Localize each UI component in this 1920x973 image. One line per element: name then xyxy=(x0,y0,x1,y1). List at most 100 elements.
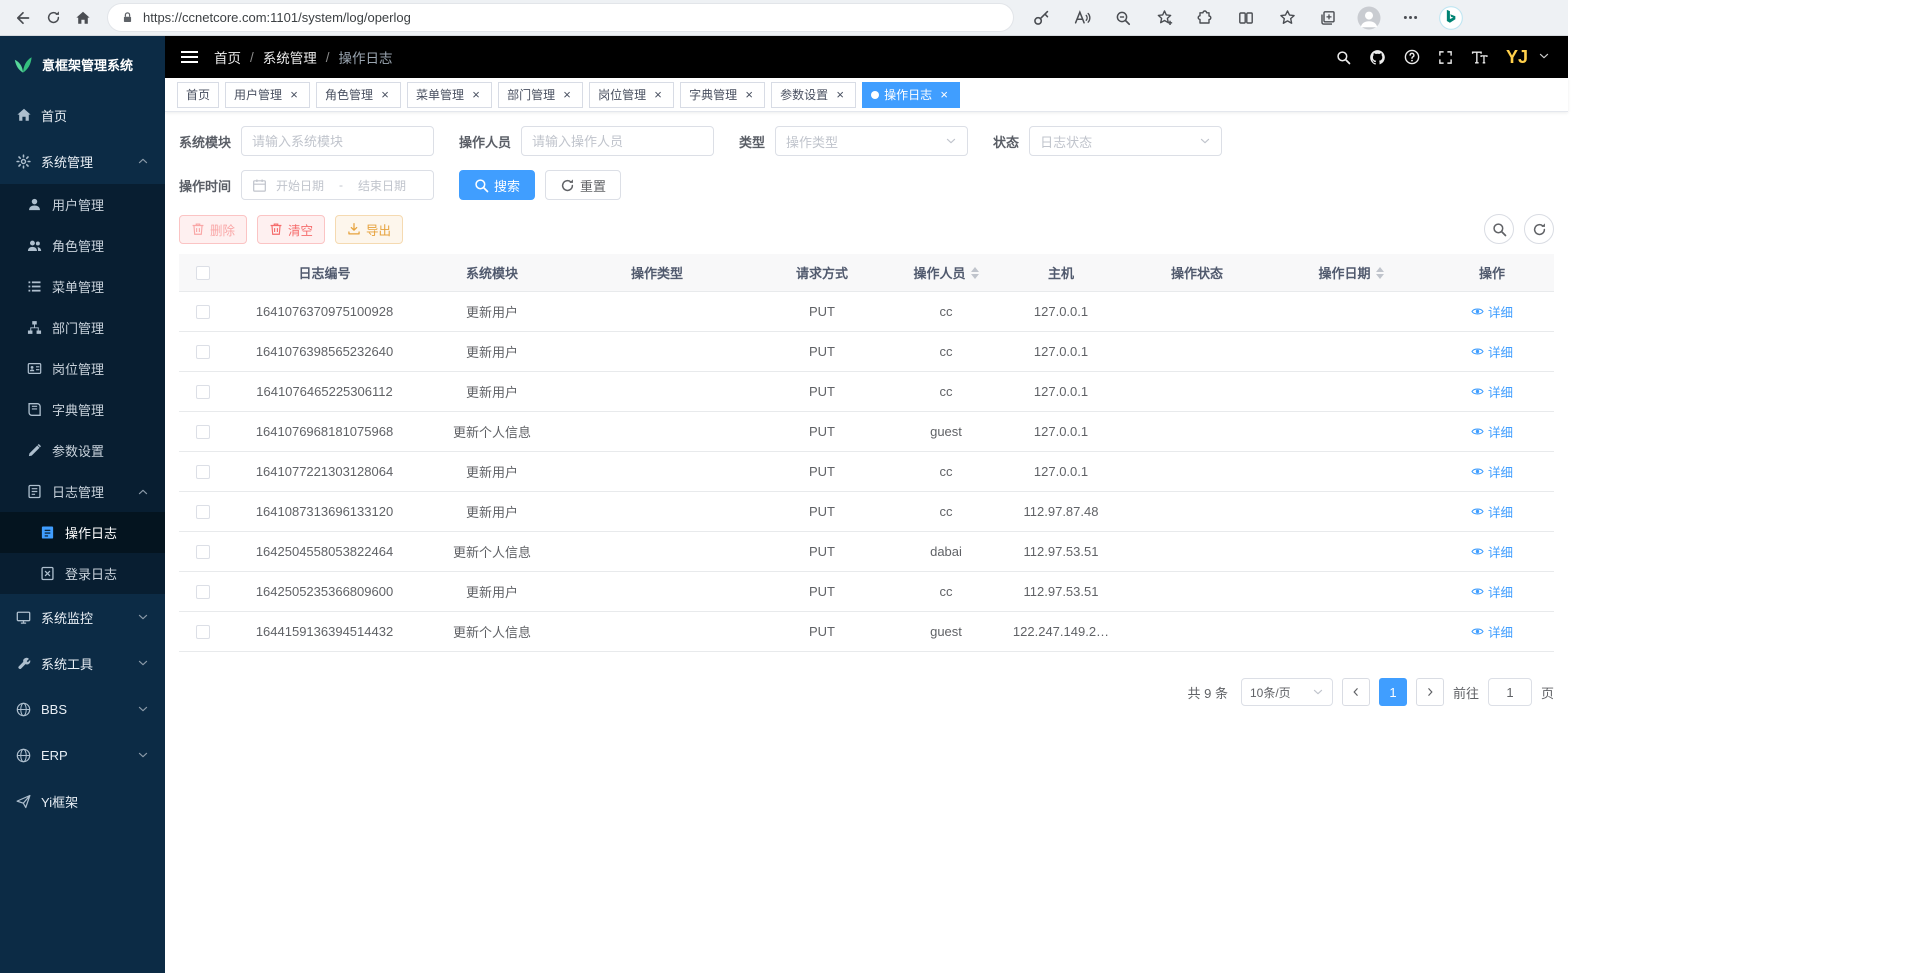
export-button[interactable]: 导出 xyxy=(335,215,403,244)
tab-oper-log[interactable]: 操作日志× xyxy=(862,82,960,108)
sidebar-item-log-mgmt[interactable]: 日志管理 xyxy=(0,471,165,512)
sidebar-item-menu-mgmt[interactable]: 菜单管理 xyxy=(0,266,165,307)
close-icon[interactable]: × xyxy=(560,88,574,102)
row-checkbox[interactable] xyxy=(196,545,210,559)
select-all-checkbox[interactable] xyxy=(196,266,210,280)
search-button[interactable]: 搜索 xyxy=(459,170,535,200)
row-checkbox[interactable] xyxy=(196,465,210,479)
back-icon[interactable] xyxy=(8,3,38,33)
tab-home[interactable]: 首页 xyxy=(177,82,219,108)
row-checkbox[interactable] xyxy=(196,345,210,359)
sidebar-item-user-mgmt[interactable]: 用户管理 xyxy=(0,184,165,225)
detail-link[interactable]: 详细 xyxy=(1471,622,1513,641)
font-size-icon[interactable] xyxy=(1471,49,1488,66)
tab-role-mgmt[interactable]: 角色管理× xyxy=(316,82,401,108)
sidebar-item-login-log[interactable]: 登录日志 xyxy=(0,553,165,594)
url-text: https://ccnetcore.com:1101/system/log/op… xyxy=(143,10,411,25)
row-checkbox[interactable] xyxy=(196,385,210,399)
tab-user-mgmt[interactable]: 用户管理× xyxy=(225,82,310,108)
chevron-down-icon[interactable] xyxy=(1538,50,1550,62)
sort-carets[interactable] xyxy=(1376,267,1384,279)
detail-link[interactable]: 详细 xyxy=(1471,462,1513,481)
row-checkbox[interactable] xyxy=(196,505,210,519)
detail-link[interactable]: 详细 xyxy=(1471,342,1513,361)
address-bar[interactable]: https://ccnetcore.com:1101/system/log/op… xyxy=(108,4,1013,31)
sidebar-item-system-mgmt[interactable]: 系统管理 xyxy=(0,138,165,184)
split-screen-icon[interactable] xyxy=(1234,6,1258,30)
collections-icon[interactable] xyxy=(1316,6,1340,30)
date-range-picker[interactable]: 开始日期 - 结束日期 xyxy=(241,170,434,200)
current-page-button[interactable]: 1 xyxy=(1379,678,1407,706)
close-icon[interactable]: × xyxy=(833,88,847,102)
zoom-out-icon[interactable] xyxy=(1111,6,1135,30)
detail-link[interactable]: 详细 xyxy=(1471,382,1513,401)
bing-icon[interactable] xyxy=(1439,6,1463,30)
clear-button[interactable]: 清空 xyxy=(257,215,325,244)
close-icon[interactable]: × xyxy=(937,88,951,102)
goto-page-input[interactable] xyxy=(1488,678,1532,706)
sidebar-item-role-mgmt[interactable]: 角色管理 xyxy=(0,225,165,266)
sidebar-item-system-monitor[interactable]: 系统监控 xyxy=(0,594,165,640)
read-aloud-icon[interactable] xyxy=(1070,6,1094,30)
column-header-date[interactable]: 操作日期 xyxy=(1272,263,1430,282)
row-checkbox[interactable] xyxy=(196,425,210,439)
github-icon[interactable] xyxy=(1369,49,1386,66)
yi-logo[interactable]: YJ xyxy=(1506,47,1528,68)
close-icon[interactable]: × xyxy=(378,88,392,102)
page-size-select[interactable]: 10条/页 xyxy=(1241,678,1333,706)
sidebar-item-system-tools[interactable]: 系统工具 xyxy=(0,640,165,686)
sidebar-item-dept-mgmt[interactable]: 部门管理 xyxy=(0,307,165,348)
breadcrumb-item[interactable]: 系统管理 xyxy=(263,47,317,67)
close-icon[interactable]: × xyxy=(651,88,665,102)
sidebar-item-bbs[interactable]: BBS xyxy=(0,686,165,732)
prev-page-button[interactable] xyxy=(1342,678,1370,706)
sidebar-item-yi-framework[interactable]: Yi框架 xyxy=(0,778,165,824)
tab-param-settings[interactable]: 参数设置× xyxy=(771,82,856,108)
tab-dept-mgmt[interactable]: 部门管理× xyxy=(498,82,583,108)
extensions-icon[interactable] xyxy=(1193,6,1217,30)
favorites-icon[interactable] xyxy=(1275,6,1299,30)
sidebar-item-dict-mgmt[interactable]: 字典管理 xyxy=(0,389,165,430)
detail-link[interactable]: 详细 xyxy=(1471,422,1513,441)
sidebar-item-oper-log[interactable]: 操作日志 xyxy=(0,512,165,553)
tab-post-mgmt[interactable]: 岗位管理× xyxy=(589,82,674,108)
fullscreen-icon[interactable] xyxy=(1438,50,1453,65)
toggle-search-button[interactable] xyxy=(1484,214,1514,244)
help-icon[interactable] xyxy=(1404,49,1420,65)
tab-menu-mgmt[interactable]: 菜单管理× xyxy=(407,82,492,108)
search-icon[interactable] xyxy=(1336,50,1351,65)
home-icon[interactable] xyxy=(68,3,98,33)
refresh-table-button[interactable] xyxy=(1524,214,1554,244)
detail-link[interactable]: 详细 xyxy=(1471,302,1513,321)
profile-avatar[interactable] xyxy=(1357,6,1381,30)
detail-link[interactable]: 详细 xyxy=(1471,502,1513,521)
sidebar-item-post-mgmt[interactable]: 岗位管理 xyxy=(0,348,165,389)
detail-link[interactable]: 详细 xyxy=(1471,582,1513,601)
add-favorite-icon[interactable] xyxy=(1152,6,1176,30)
detail-link[interactable]: 详细 xyxy=(1471,542,1513,561)
column-header-operator[interactable]: 操作人员 xyxy=(892,263,1000,282)
operator-input[interactable] xyxy=(532,134,703,149)
sidebar-item-erp[interactable]: ERP xyxy=(0,732,165,778)
row-checkbox[interactable] xyxy=(196,305,210,319)
password-key-icon[interactable] xyxy=(1029,6,1053,30)
sidebar-item-home[interactable]: 首页 xyxy=(0,92,165,138)
sidebar-item-param-settings[interactable]: 参数设置 xyxy=(0,430,165,471)
status-select[interactable]: 日志状态 xyxy=(1029,126,1222,156)
close-icon[interactable]: × xyxy=(287,88,301,102)
delete-button[interactable]: 删除 xyxy=(179,215,247,244)
breadcrumb-item[interactable]: 首页 xyxy=(214,47,241,67)
reset-button[interactable]: 重置 xyxy=(545,170,621,200)
sidebar-toggle-icon[interactable] xyxy=(181,51,198,63)
type-select[interactable]: 操作类型 xyxy=(775,126,968,156)
tab-dict-mgmt[interactable]: 字典管理× xyxy=(680,82,765,108)
refresh-page-icon[interactable] xyxy=(38,3,68,33)
row-checkbox[interactable] xyxy=(196,585,210,599)
next-page-button[interactable] xyxy=(1416,678,1444,706)
close-icon[interactable]: × xyxy=(742,88,756,102)
more-menu-icon[interactable] xyxy=(1398,6,1422,30)
close-icon[interactable]: × xyxy=(469,88,483,102)
row-checkbox[interactable] xyxy=(196,625,210,639)
module-input[interactable] xyxy=(252,134,423,149)
sort-carets[interactable] xyxy=(971,267,979,279)
